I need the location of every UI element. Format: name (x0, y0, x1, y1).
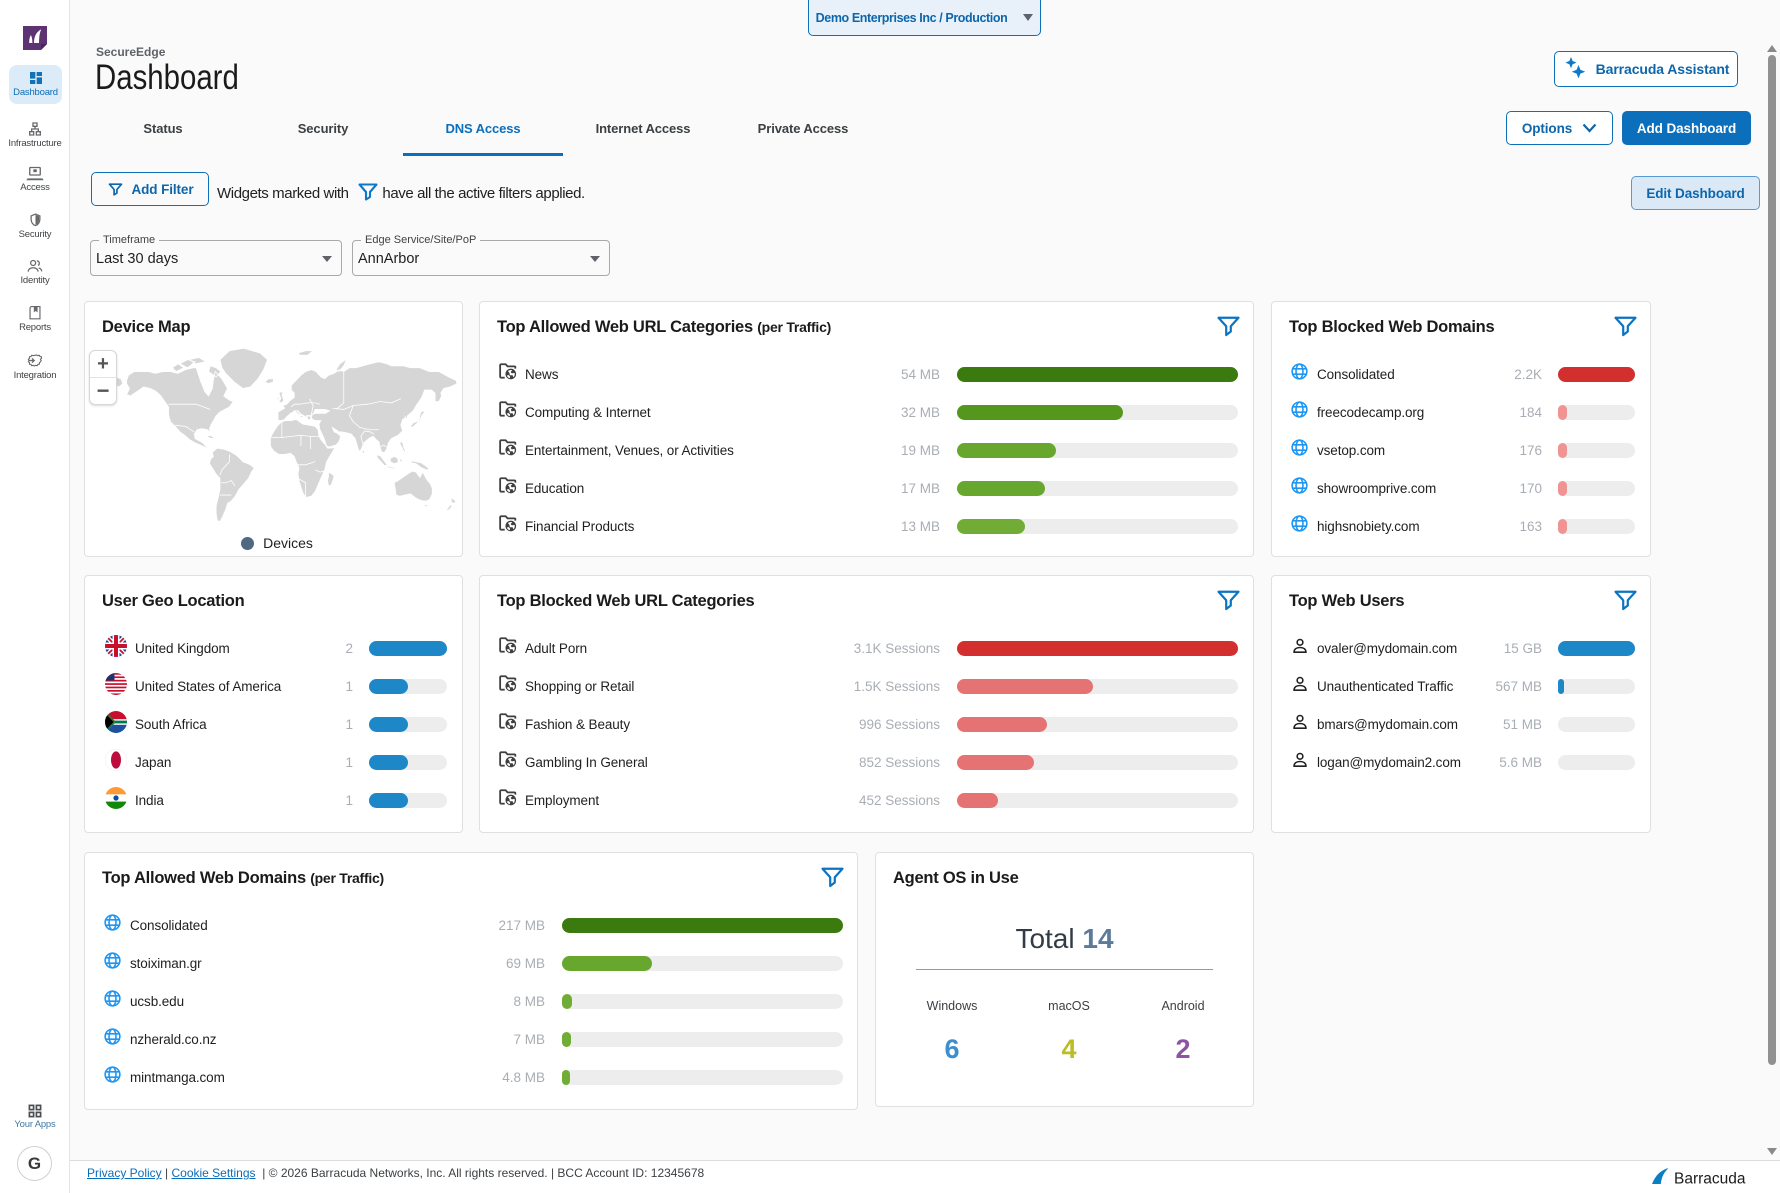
svg-text:Barracuda: Barracuda (1674, 1171, 1746, 1188)
